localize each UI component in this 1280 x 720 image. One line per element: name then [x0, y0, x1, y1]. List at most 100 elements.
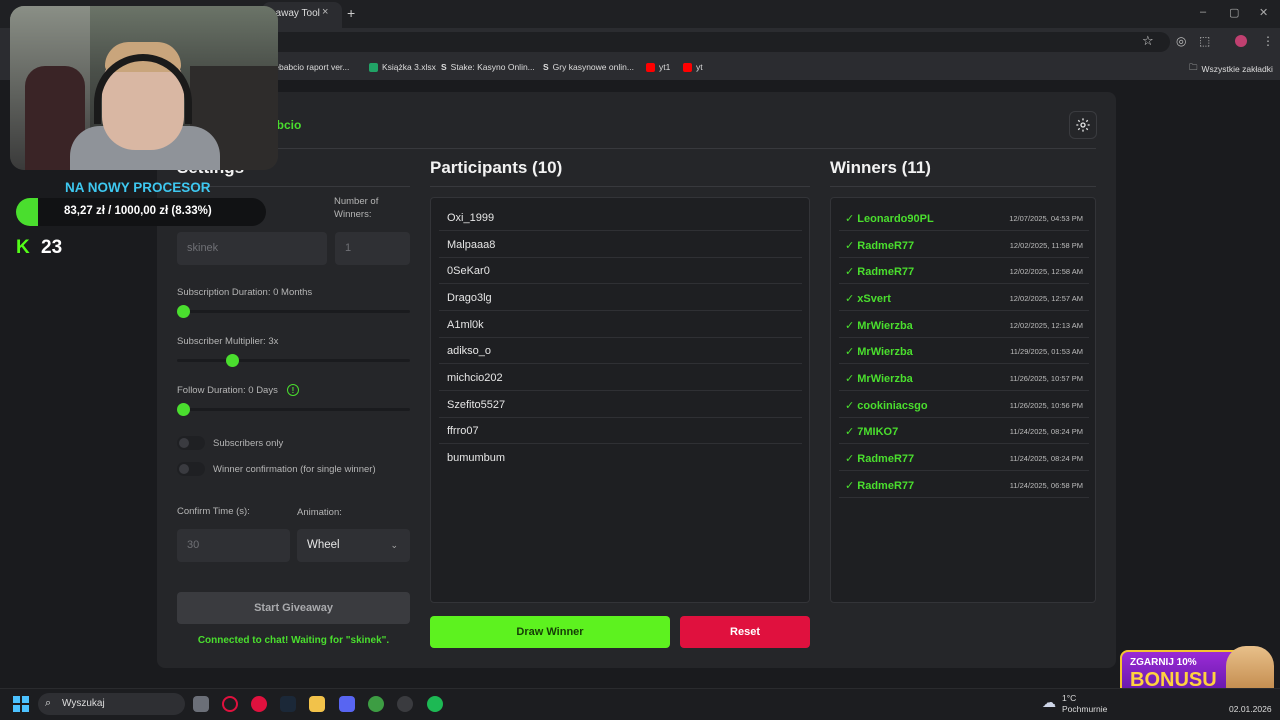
- winner-date: 11/26/2025, 10:57 PM: [1009, 374, 1083, 383]
- winner-name: ✓ cookiniacsgo: [845, 400, 928, 412]
- sub-duration-slider[interactable]: [177, 310, 410, 313]
- keyword-input[interactable]: skinek: [177, 232, 327, 265]
- bookmark-item[interactable]: yt1: [646, 62, 670, 72]
- tab-close-icon[interactable]: ×: [322, 6, 328, 18]
- bookmark-item[interactable]: Książka 3.xlsx: [369, 62, 436, 72]
- winner-name: ✓ RadmeR77: [845, 453, 915, 465]
- bookmark-item[interactable]: S Gry kasynowe onlin...: [543, 62, 634, 72]
- subscribers-only-label: Subscribers only: [213, 438, 284, 449]
- winner-row: ✓ MrWierzba 12/02/2025, 12:13 AM: [839, 312, 1089, 338]
- subscribers-only-toggle[interactable]: [177, 436, 205, 450]
- taskbar-search[interactable]: [38, 693, 185, 715]
- extension-icon[interactable]: ◎: [1176, 34, 1186, 48]
- follow-duration-knob[interactable]: [177, 403, 190, 416]
- winner-name: ✓ RadmeR77: [845, 240, 915, 252]
- weather-temp: 1°C: [1062, 693, 1077, 703]
- search-placeholder: Wyszukaj: [62, 698, 105, 709]
- donation-goal-title: NA NOWY PROCESOR: [65, 180, 211, 195]
- start-giveaway-button[interactable]: Start Giveaway: [177, 592, 410, 624]
- winner-date: 12/02/2025, 11:58 PM: [1009, 241, 1083, 250]
- winner-date: 11/26/2025, 10:56 PM: [1009, 401, 1083, 410]
- steam-icon[interactable]: [280, 696, 296, 712]
- new-tab-button[interactable]: +: [347, 5, 355, 21]
- sub-duration-label: Subscription Duration: 0 Months: [177, 287, 313, 298]
- reset-button[interactable]: Reset: [680, 616, 810, 648]
- winner-row: ✓ MrWierzba 11/26/2025, 10:57 PM: [839, 365, 1089, 391]
- winner-date: 12/02/2025, 12:57 AM: [1009, 294, 1083, 303]
- search-icon: ⌕: [45, 697, 52, 709]
- toggle-knob: [179, 464, 189, 474]
- winner-confirmation-label: Winner confirmation (for single winner): [213, 464, 376, 475]
- participant-row: A1ml0k: [439, 312, 802, 338]
- spotify-icon[interactable]: [427, 696, 443, 712]
- menu-dots-icon[interactable]: ⋮: [1262, 34, 1274, 48]
- settings-gear-button[interactable]: [1069, 111, 1097, 139]
- winner-row: ✓ RadmeR77 11/24/2025, 08:24 PM: [839, 445, 1089, 471]
- draw-winner-button[interactable]: Draw Winner: [430, 616, 670, 648]
- winner-date: 12/02/2025, 12:13 AM: [1009, 321, 1083, 330]
- extensions-puzzle-icon[interactable]: ⬚: [1199, 34, 1210, 48]
- chrome-icon[interactable]: [368, 696, 384, 712]
- confirm-time-input[interactable]: 30: [177, 529, 290, 562]
- participant-row: michcio202: [439, 365, 802, 391]
- opera-icon[interactable]: [251, 696, 267, 712]
- winner-date: 12/02/2025, 12:58 AM: [1009, 267, 1083, 276]
- chevron-down-icon: ⌄: [390, 540, 398, 550]
- winner-row: ✓ RadmeR77 12/02/2025, 12:58 AM: [839, 258, 1089, 284]
- obs-icon[interactable]: [397, 696, 413, 712]
- winner-row: ✓ RadmeR77 12/02/2025, 11:58 PM: [839, 232, 1089, 258]
- window-close-icon[interactable]: ✕: [1259, 6, 1268, 19]
- info-icon[interactable]: !: [287, 384, 299, 396]
- winner-name: ✓ MrWierzba: [845, 320, 913, 332]
- animation-select[interactable]: Wheel ⌄: [297, 529, 410, 562]
- sub-duration-knob[interactable]: [177, 305, 190, 318]
- bookmark-star-icon[interactable]: ☆: [1142, 33, 1154, 49]
- winner-name: ✓ RadmeR77: [845, 480, 915, 492]
- participants-divider: [430, 186, 810, 187]
- sub-multiplier-slider[interactable]: [177, 359, 410, 362]
- taskbar-date: 02.01.2026: [1229, 704, 1272, 714]
- participant-row: Oxi_1999: [439, 205, 802, 231]
- winner-date: 11/24/2025, 08:24 PM: [1009, 454, 1083, 463]
- folder-icon: 🗀: [1189, 62, 1198, 72]
- minimize-icon[interactable]: –: [1200, 6, 1206, 18]
- winner-confirmation-toggle[interactable]: [177, 462, 205, 476]
- excel-icon: [369, 62, 378, 72]
- winner-name: ✓ 7MIKO7: [845, 426, 899, 438]
- file-explorer-icon[interactable]: [309, 696, 325, 712]
- winner-row: ✓ Leonardo90PL 12/07/2025, 04:53 PM: [839, 205, 1089, 231]
- sub-multiplier-knob[interactable]: [226, 354, 239, 367]
- maximize-icon[interactable]: ▢: [1229, 6, 1239, 19]
- header-divider: [176, 148, 1096, 149]
- youtube-icon: [646, 62, 655, 72]
- participants-title: Participants (10): [430, 158, 563, 177]
- winners-list: ✓ Leonardo90PL 12/07/2025, 04:53 PM ✓ Rad…: [830, 197, 1096, 603]
- participant-row: Malpaaa8: [439, 232, 802, 258]
- gear-icon: [1076, 118, 1090, 132]
- num-winners-input[interactable]: 1: [335, 232, 410, 265]
- profile-avatar[interactable]: [1235, 35, 1247, 47]
- discord-icon[interactable]: [339, 696, 355, 712]
- viewer-count: 23: [41, 237, 63, 258]
- bookmark-item[interactable]: kebabcio raport ver...: [270, 62, 349, 72]
- participant-row: Szefito5527: [439, 392, 802, 418]
- task-view-icon[interactable]: [193, 696, 209, 712]
- winners-divider: [830, 186, 1096, 187]
- stake-icon: S: [441, 62, 447, 72]
- winner-name: ✓ Leonardo90PL: [845, 213, 934, 225]
- animation-value: Wheel: [307, 539, 340, 551]
- winner-row: ✓ 7MIKO7 11/24/2025, 08:24 PM: [839, 418, 1089, 444]
- winner-name: ✓ MrWierzba: [845, 346, 913, 358]
- bookmark-item[interactable]: S Stake: Kasyno Onlin...: [441, 62, 535, 72]
- follow-duration-slider[interactable]: [177, 408, 410, 411]
- sub-multiplier-label: Subscriber Multiplier: 3x: [177, 336, 279, 347]
- opera-gx-icon[interactable]: [222, 696, 238, 712]
- all-bookmarks[interactable]: 🗀 Wszystkie zakładki: [1189, 62, 1273, 76]
- address-field[interactable]: [250, 32, 1170, 52]
- winner-row: ✓ cookiniacsgo 11/26/2025, 10:56 PM: [839, 392, 1089, 418]
- bookmark-item[interactable]: yt: [683, 62, 703, 72]
- promo-small-text: ZGARNIJ 10%: [1130, 657, 1197, 668]
- winner-row: ✓ xSvert 12/02/2025, 12:57 AM: [839, 285, 1089, 311]
- connection-status: Connected to chat! Waiting for "skinek".: [197, 635, 390, 646]
- windows-start-icon[interactable]: [13, 696, 29, 712]
